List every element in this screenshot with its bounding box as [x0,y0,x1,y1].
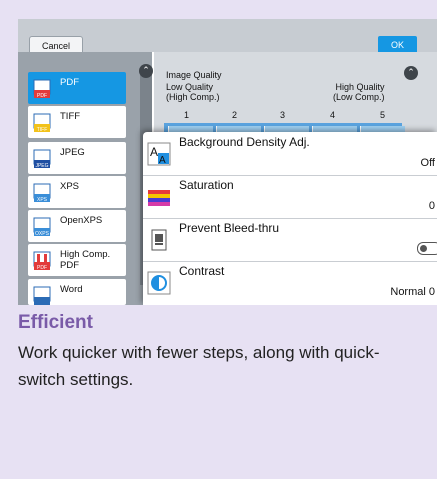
setting-title: Saturation [179,178,234,192]
panel-topbar: Cancel OK [18,19,437,56]
format-label: JPEG [60,147,85,158]
saturation-icon [148,190,170,206]
setting-value: Normal 0 [390,286,435,298]
feature-description: Work quicker with fewer steps, along wit… [18,343,380,389]
format-item-word[interactable]: Word [28,279,126,305]
format-item-jpeg[interactable]: JPEG JPEG [28,142,126,174]
svg-text:OXPS: OXPS [35,231,50,237]
tiff-file-icon: TIFF [33,113,51,133]
image-quality-title: Image Quality [166,70,222,80]
saturation-row[interactable]: Saturation 0 [143,175,437,219]
setting-title: Background Density Adj. [179,135,310,149]
jpeg-file-icon: JPEG [33,149,51,169]
format-label: Word [60,284,83,295]
svg-text:A: A [159,155,166,166]
device-panel-screenshot: Cancel OK PDF PDF TIFF TIFF JPEG JPEG XP… [18,19,437,305]
scroll-up-icon[interactable]: ⌃ [139,64,153,78]
quality-level: 4 [330,110,336,120]
low-quality-label: Low Quality (High Comp.) [166,82,220,102]
pdf-file-icon: PDF [33,79,51,99]
quality-level: 3 [280,110,286,120]
contrast-row[interactable]: Contrast Normal 0 [143,261,437,304]
format-label: High Comp. PDF [60,249,111,271]
format-item-tiff[interactable]: TIFF TIFF [28,106,126,138]
high-quality-label: High Quality (Low Comp.) [333,82,385,102]
bleed-thru-toggle[interactable] [417,242,437,255]
format-item-xps[interactable]: XPS XPS [28,176,126,208]
setting-title: Contrast [179,264,225,278]
format-label: TIFF [60,111,81,122]
svg-text:A: A [150,145,158,159]
density-icon: A A [147,142,171,166]
format-label: XPS [60,181,80,192]
prevent-bleed-thru-row[interactable]: Prevent Bleed-thru [143,218,437,262]
svg-text:TIFF: TIFF [37,127,48,133]
svg-text:PDF: PDF [37,265,47,271]
scroll-up-icon[interactable]: ⌃ [404,66,418,80]
feature-card: Cancel OK PDF PDF TIFF TIFF JPEG JPEG XP… [0,0,437,479]
xps-file-icon: XPS [33,183,51,203]
format-label: OpenXPS [60,215,103,226]
quality-level: 2 [232,110,238,120]
format-label: PDF [60,77,79,88]
openxps-file-icon: OXPS [33,217,51,237]
format-item-pdf[interactable]: PDF PDF [28,72,126,104]
setting-value: 0 [428,200,435,212]
quality-level: 5 [380,110,386,120]
svg-text:JPEG: JPEG [35,163,48,169]
format-item-high-comp-pdf[interactable]: PDF High Comp. PDF [28,244,126,276]
high-comp-pdf-icon: PDF [33,251,51,271]
feature-heading: Efficient [18,312,93,333]
setting-title: Prevent Bleed-thru [179,221,280,235]
quality-level: 1 [184,110,190,120]
word-file-icon [33,286,51,305]
quick-settings-popup: A A Background Density Adj. Off Saturati… [143,132,437,305]
svg-text:XPS: XPS [37,197,48,203]
background-density-row[interactable]: A A Background Density Adj. Off [143,132,437,176]
format-item-openxps[interactable]: OXPS OpenXPS [28,210,126,242]
setting-value: Off [420,157,435,169]
bleed-thru-icon [151,229,167,251]
contrast-icon [147,271,171,295]
svg-text:PDF: PDF [37,93,47,99]
